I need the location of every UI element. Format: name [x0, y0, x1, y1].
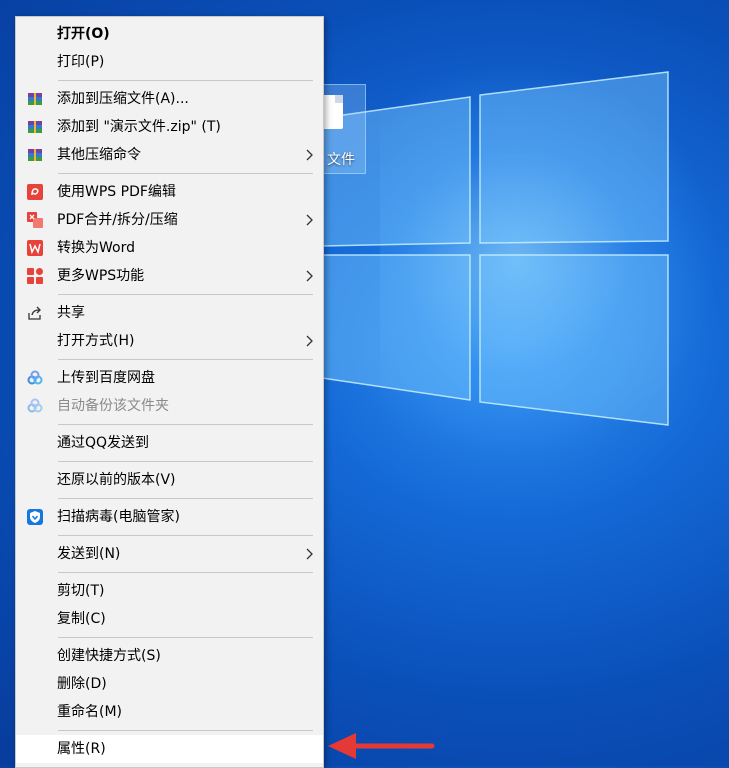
menu-item-auto-backup[interactable]: 自动备份该文件夹 — [16, 392, 323, 420]
baidu-netdisk-icon — [27, 398, 43, 413]
menu-item-label: 创建快捷方式(S) — [57, 648, 161, 664]
menu-item-label: 通过QQ发送到 — [57, 435, 150, 451]
menu-item-label: 打印(P) — [57, 54, 105, 70]
menu-item-properties[interactable]: 属性(R) — [16, 735, 323, 763]
menu-separator — [58, 80, 313, 81]
menu-item-label: 共享 — [57, 305, 85, 321]
menu-separator — [58, 730, 313, 731]
menu-item-label: 剪切(T) — [57, 583, 105, 599]
chevron-right-icon — [306, 335, 313, 347]
menu-item-label: 打开(O) — [57, 26, 110, 42]
menu-item-upload-baidu[interactable]: 上传到百度网盘 — [16, 364, 323, 392]
menu-item-cut[interactable]: 剪切(T) — [16, 577, 323, 605]
menu-item-label: 属性(R) — [57, 741, 106, 757]
menu-separator — [58, 461, 313, 462]
menu-item-label: 使用WPS PDF编辑 — [57, 184, 176, 200]
menu-item-other-compress[interactable]: 其他压缩命令 — [16, 141, 323, 169]
winrar-icon — [28, 149, 42, 161]
menu-item-open-with[interactable]: 打开方式(H) — [16, 327, 323, 355]
menu-separator — [58, 498, 313, 499]
menu-item-share[interactable]: 共享 — [16, 299, 323, 327]
menu-item-label: 更多WPS功能 — [57, 268, 145, 284]
menu-item-label: 添加到压缩文件(A)... — [57, 91, 189, 107]
chevron-right-icon — [306, 548, 313, 560]
menu-separator — [58, 359, 313, 360]
menu-item-more-wps[interactable]: 更多WPS功能 — [16, 262, 323, 290]
menu-item-delete[interactable]: 删除(D) — [16, 670, 323, 698]
menu-item-print[interactable]: 打印(P) — [16, 48, 323, 76]
menu-item-label: 转换为Word — [57, 240, 135, 256]
menu-item-restore-versions[interactable]: 还原以前的版本(V) — [16, 466, 323, 494]
pdf-merge-icon — [27, 212, 43, 228]
menu-item-label: 还原以前的版本(V) — [57, 472, 176, 488]
baidu-netdisk-icon — [27, 370, 43, 385]
menu-separator — [58, 294, 313, 295]
menu-item-rename[interactable]: 重命名(M) — [16, 698, 323, 726]
chevron-right-icon — [306, 270, 313, 282]
wps-pdf-icon — [27, 184, 43, 200]
menu-item-add-to-zip[interactable]: 添加到 "演示文件.zip" (T) — [16, 113, 323, 141]
menu-separator — [58, 637, 313, 638]
menu-separator — [58, 424, 313, 425]
menu-item-label: 发送到(N) — [57, 546, 121, 562]
share-icon — [28, 306, 41, 320]
menu-separator — [58, 572, 313, 573]
menu-separator — [58, 173, 313, 174]
wps-apps-icon — [27, 268, 43, 284]
winrar-icon — [28, 93, 42, 105]
menu-item-label: 其他压缩命令 — [57, 147, 141, 163]
menu-item-label: PDF合并/拆分/压缩 — [57, 212, 178, 228]
menu-item-scan-virus[interactable]: 扫描病毒(电脑管家) — [16, 503, 323, 531]
menu-item-pdf-merge-split[interactable]: PDF合并/拆分/压缩 — [16, 206, 323, 234]
menu-item-label: 打开方式(H) — [57, 333, 135, 349]
menu-item-convert-word[interactable]: 转换为Word — [16, 234, 323, 262]
menu-item-send-to[interactable]: 发送到(N) — [16, 540, 323, 568]
context-menu: 打开(O) 打印(P) 添加到压缩文件(A)... 添加到 "演示文件.zip"… — [15, 16, 324, 768]
menu-item-copy[interactable]: 复制(C) — [16, 605, 323, 633]
menu-item-label: 添加到 "演示文件.zip" (T) — [57, 119, 221, 135]
menu-item-wps-pdf-edit[interactable]: 使用WPS PDF编辑 — [16, 178, 323, 206]
menu-item-label: 重命名(M) — [57, 704, 123, 720]
menu-item-label: 上传到百度网盘 — [57, 370, 155, 386]
menu-item-create-shortcut[interactable]: 创建快捷方式(S) — [16, 642, 323, 670]
menu-separator — [58, 535, 313, 536]
menu-item-label: 复制(C) — [57, 611, 106, 627]
menu-item-add-to-archive[interactable]: 添加到压缩文件(A)... — [16, 85, 323, 113]
tencent-pc-manager-icon — [27, 509, 43, 525]
chevron-right-icon — [306, 214, 313, 226]
menu-item-open[interactable]: 打开(O) — [16, 20, 323, 48]
menu-item-label: 删除(D) — [57, 676, 107, 692]
menu-item-send-via-qq[interactable]: 通过QQ发送到 — [16, 429, 323, 457]
chevron-right-icon — [306, 149, 313, 161]
wps-word-icon — [27, 240, 43, 256]
winrar-icon — [28, 121, 42, 133]
menu-item-label: 自动备份该文件夹 — [57, 398, 169, 414]
menu-item-label: 扫描病毒(电脑管家) — [57, 509, 180, 525]
